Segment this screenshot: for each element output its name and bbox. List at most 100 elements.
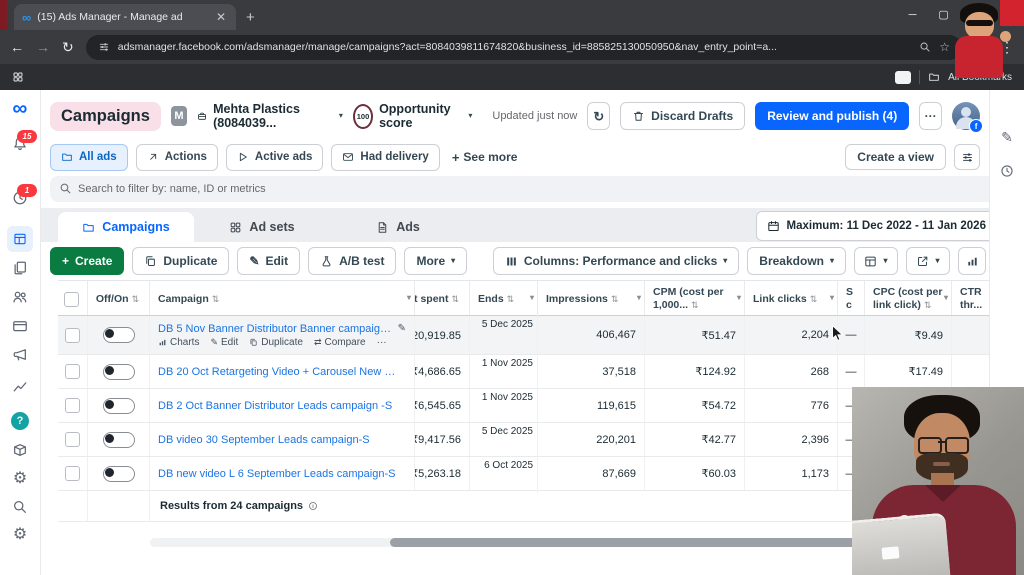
edit-button[interactable]: ✎ Edit <box>237 247 301 275</box>
filter-all-ads[interactable]: All ads <box>50 143 128 171</box>
edit-action[interactable]: ✎ Edit <box>210 337 238 348</box>
minimize-icon[interactable]: ─ <box>909 9 917 21</box>
duplicate-action[interactable]: Duplicate <box>249 337 303 348</box>
table-row[interactable]: DB 20 Oct Retargeting Video + Carousel N… <box>58 352 1012 391</box>
help-icon[interactable]: ? <box>11 412 29 430</box>
columns-button[interactable]: Columns: Performance and clicks ▾ <box>492 247 740 275</box>
filter-actions[interactable]: Actions <box>135 143 218 171</box>
date-range-button[interactable]: Maximum: 11 Dec 2022 - 11 Jan 2026 ▾ <box>755 211 1008 241</box>
back-icon[interactable]: ← <box>10 40 24 54</box>
column-menu-icon[interactable]: ▾ <box>737 294 741 302</box>
view-settings-button[interactable] <box>954 144 980 170</box>
search-input[interactable] <box>50 176 1024 202</box>
address-bar[interactable]: adsmanager.facebook.com/adsmanager/manag… <box>85 34 962 60</box>
profile-avatar[interactable]: f <box>952 102 984 133</box>
see-more-button[interactable]: + See more <box>452 150 518 164</box>
column-menu-icon[interactable]: ▾ <box>637 294 641 302</box>
edit-panel-icon[interactable]: ✎ <box>1001 130 1013 144</box>
events-manager-icon[interactable] <box>12 378 28 394</box>
advertise-icon[interactable] <box>12 347 28 363</box>
side-panel-icon[interactable] <box>895 70 912 84</box>
campaign-name-link[interactable]: DB 20 Oct Retargeting Video + Carousel N… <box>158 366 398 378</box>
ab-test-button[interactable]: A/B test <box>308 247 397 275</box>
refresh-button[interactable]: ↻ <box>587 102 611 130</box>
opportunity-score[interactable]: 100 Opportunity score ▾ <box>352 102 472 130</box>
campaign-name-link[interactable]: DB new video L 6 September Leads campaig… <box>158 468 395 480</box>
browser-tab[interactable]: ∞ (15) Ads Manager - Manage ad ✕ <box>14 4 236 30</box>
create-view-button[interactable]: Create a view <box>845 144 946 170</box>
audiences-icon[interactable] <box>12 289 28 305</box>
table-row[interactable]: DB 5 Nov Banner Distributor Banner campa… <box>58 313 1012 357</box>
header-more-button[interactable]: ··· <box>919 102 943 130</box>
search-nav-icon[interactable] <box>12 499 28 515</box>
meta-logo-icon[interactable]: ∞ <box>13 98 28 119</box>
campaign-toggle[interactable] <box>102 397 135 414</box>
campaign-toggle[interactable] <box>102 363 135 380</box>
header-s-column[interactable]: Sc <box>838 281 865 315</box>
horizontal-scrollbar-thumb[interactable] <box>390 538 907 547</box>
campaign-name-link[interactable]: DB 2 Oct Banner Distributor Leads campai… <box>158 400 392 412</box>
discard-drafts-button[interactable]: Discard Drafts <box>620 102 746 130</box>
forward-icon[interactable]: → <box>36 40 50 54</box>
header-ends[interactable]: Ends ⇅ ▾ <box>470 281 538 315</box>
notifications-icon[interactable]: 15 <box>12 130 37 152</box>
settings-icon[interactable]: ⚙ <box>13 471 27 487</box>
campaign-name-link[interactable]: DB video 30 September Leads campaign-S <box>158 434 370 446</box>
row-checkbox[interactable] <box>65 432 80 447</box>
campaign-toggle[interactable] <box>102 327 135 343</box>
tab-campaigns[interactable]: Campaigns <box>58 212 194 242</box>
tab-ad-sets[interactable]: Ad sets <box>194 212 330 242</box>
column-menu-icon[interactable]: ▾ <box>830 294 834 302</box>
review-publish-button[interactable]: Review and publish (4) <box>755 102 910 130</box>
compare-action[interactable]: ⇄ Compare <box>314 337 366 348</box>
header-select-all[interactable] <box>58 281 88 315</box>
filter-active-ads[interactable]: Active ads <box>225 143 324 171</box>
campaign-toggle[interactable] <box>102 431 135 448</box>
header-off-on[interactable]: Off/On ⇅ <box>88 281 150 315</box>
row-more-action[interactable]: ··· <box>377 337 387 348</box>
column-menu-icon[interactable]: ▾ <box>530 294 534 302</box>
breakdown-button[interactable]: Breakdown ▾ <box>747 247 846 275</box>
charts-action[interactable]: Charts <box>158 337 199 348</box>
more-button[interactable]: More ▾ <box>404 247 468 275</box>
select-all-checkbox[interactable] <box>64 291 79 307</box>
ads-manager-nav-icon[interactable] <box>7 226 33 252</box>
charts-panel-button[interactable] <box>958 247 986 275</box>
history-icon[interactable] <box>1000 164 1014 178</box>
edit-name-icon[interactable]: ✎ <box>398 323 406 334</box>
header-cpc[interactable]: CPC (cost per link click) ⇅ ▾ <box>865 281 952 315</box>
header-campaign[interactable]: Campaign ⇅ ▾ <box>150 281 415 315</box>
header-amount-spent[interactable]: t spent ⇅ <box>415 281 470 315</box>
new-tab-button[interactable]: + <box>246 10 255 25</box>
campaign-toggle[interactable] <box>102 465 135 482</box>
export-button[interactable]: ▾ <box>906 247 950 275</box>
header-cpm[interactable]: CPM (cost per 1,000... ⇅ ▾ <box>645 281 745 315</box>
row-checkbox[interactable] <box>65 466 80 481</box>
duplicate-button[interactable]: Duplicate <box>132 247 230 275</box>
billing-icon[interactable] <box>12 318 28 334</box>
reports-button[interactable]: ▾ <box>854 247 898 275</box>
filter-had-delivery[interactable]: Had delivery <box>331 143 440 171</box>
header-link-clicks[interactable]: Link clicks ⇅ ▾ <box>745 281 838 315</box>
search-lens-icon[interactable] <box>919 41 931 53</box>
pages-icon[interactable] <box>12 260 28 276</box>
create-button[interactable]: + Create <box>50 247 125 275</box>
commerce-icon[interactable] <box>12 442 28 458</box>
apps-grid-icon[interactable] <box>12 71 24 83</box>
row-checkbox[interactable] <box>65 327 80 343</box>
account-selector[interactable]: Mehta Plastics (8084039... ▾ <box>197 102 343 130</box>
column-menu-icon[interactable]: ▾ <box>944 294 948 302</box>
column-menu-icon[interactable]: ▾ <box>407 294 411 302</box>
row-checkbox[interactable] <box>65 398 80 413</box>
tab-ads[interactable]: Ads <box>330 212 466 242</box>
tab-close-icon[interactable]: ✕ <box>214 11 228 23</box>
reload-icon[interactable]: ↻ <box>62 40 74 54</box>
chevron-down-icon: ▾ <box>723 256 728 265</box>
row-checkbox[interactable] <box>65 364 80 379</box>
campaign-name-link[interactable]: DB 5 Nov Banner Distributor Banner campa… <box>158 323 393 335</box>
business-settings-icon[interactable]: ⚙ <box>13 527 27 543</box>
alerts-icon[interactable]: 1 <box>12 184 37 206</box>
header-impressions[interactable]: Impressions ⇅ ▾ <box>538 281 645 315</box>
info-icon[interactable] <box>308 501 318 511</box>
site-info-icon[interactable] <box>98 41 110 53</box>
